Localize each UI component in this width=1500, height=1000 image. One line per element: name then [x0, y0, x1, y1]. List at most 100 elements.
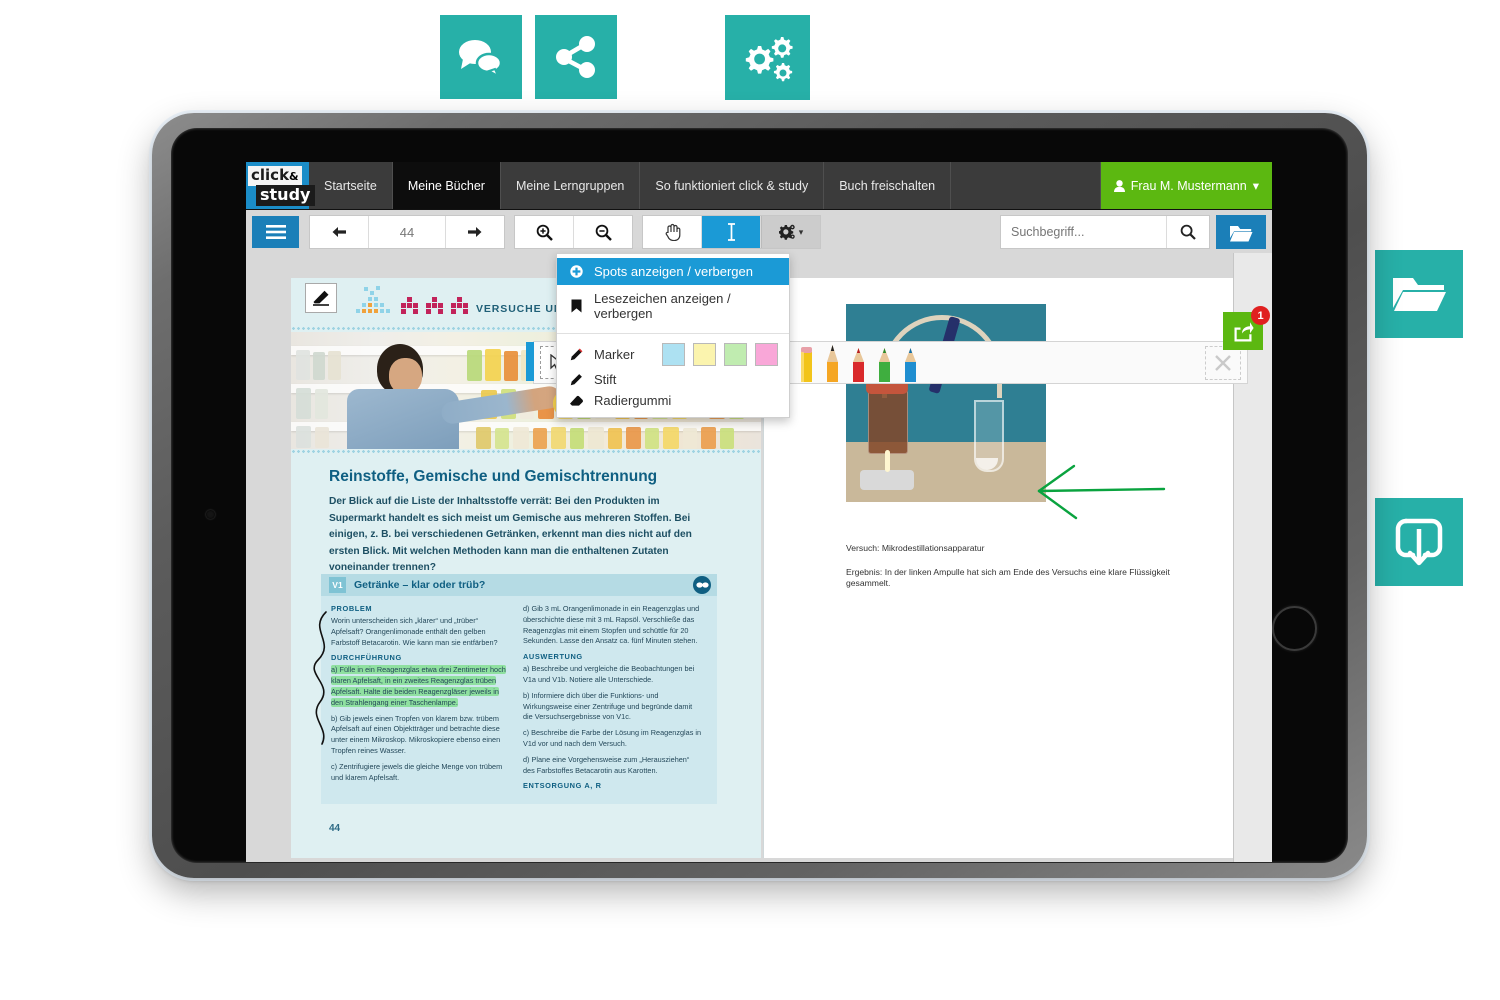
zoom-group [514, 215, 633, 249]
search-icon[interactable] [1166, 216, 1209, 248]
pencil-icon [568, 373, 584, 387]
hand-icon[interactable] [643, 216, 702, 248]
tablet-bezel: click& study Startseite Meine Bücher Mei… [171, 128, 1348, 863]
swatch-pink[interactable] [755, 343, 778, 366]
label-problem: PROBLEM [331, 604, 373, 613]
marker-pen-icon [568, 348, 584, 362]
logo-line1: click [251, 166, 290, 184]
open-folder-icon[interactable] [1216, 215, 1266, 249]
menu-item-stift[interactable]: Stift [557, 369, 789, 390]
menu-item-spots[interactable]: Spots anzeigen / verbergen [557, 258, 789, 285]
spot-plus-icon [568, 265, 584, 278]
tool-mode-group: ▾ [642, 215, 821, 249]
text-cursor-icon[interactable] [702, 216, 761, 248]
page-root: click& study Startseite Meine Bücher Mei… [0, 0, 1500, 1000]
gears-icon[interactable] [725, 15, 810, 100]
share-icon[interactable] [535, 15, 617, 99]
user-name: Frau M. Mustermann [1130, 178, 1247, 193]
menu-item-stift-label: Stift [594, 372, 617, 387]
eval-d: d) Plane eine Vorgehensweise zum „Heraus… [523, 754, 690, 775]
nav-tab-meine-buecher[interactable]: Meine Bücher [392, 162, 501, 209]
prev-page-button[interactable] [310, 216, 369, 248]
safety-goggles-icon [693, 576, 711, 594]
gear-settings-icon [778, 224, 795, 240]
step-a-highlighted: a) Fülle in ein Reagenzglas etwa drei Ze… [331, 665, 506, 707]
marker-swatches [662, 343, 778, 366]
hamburger-icon[interactable] [252, 216, 299, 248]
navbar-spacer [951, 162, 1101, 209]
app-screen: click& study Startseite Meine Bücher Mei… [246, 162, 1272, 862]
search-box [1000, 215, 1210, 249]
app-navbar: click& study Startseite Meine Bücher Mei… [246, 162, 1272, 210]
nav-tab-so-funktioniert[interactable]: So funktioniert click & study [640, 162, 825, 209]
experiment-column-left: PROBLEM Worin unterscheiden sich „klarer… [331, 604, 511, 793]
page-nav-group: 44 [309, 215, 505, 249]
menu-item-radiergummi-label: Radiergummi [594, 393, 672, 408]
eraser-icon [568, 395, 584, 407]
swatch-blue[interactable] [662, 343, 685, 366]
page-number-label: 44 [329, 823, 341, 834]
close-icon[interactable] [1205, 345, 1241, 380]
handwritten-squiggle-annotation [313, 611, 327, 745]
page-number-input[interactable]: 44 [369, 216, 446, 248]
eval-b: b) Informiere dich über die Funktions- u… [523, 690, 693, 722]
edit-pen-icon[interactable] [305, 283, 337, 313]
search-input[interactable] [1001, 216, 1166, 248]
pencil-green[interactable] [876, 344, 895, 382]
chat-icon[interactable] [440, 15, 522, 99]
label-durchfuehrung: DURCHFÜHRUNG [331, 653, 402, 663]
settings-caret-icon: ▾ [798, 226, 804, 237]
nav-tab-buch-freischalten[interactable]: Buch freischalten [824, 162, 952, 209]
distillation-photo [846, 304, 1046, 502]
experiment-box: V1 Getränke – klar oder trüb? PROBLEM Wo… [321, 574, 717, 804]
experiment-tag: V1 [329, 577, 346, 593]
logo-amp: & [289, 170, 299, 183]
share-badge-count: 1 [1251, 306, 1270, 325]
eval-a: a) Beschreibe und vergleiche die Beobach… [523, 664, 695, 684]
step-c: c) Zentrifugiere jewels die gleiche Meng… [331, 761, 503, 782]
swatch-yellow[interactable] [693, 343, 716, 366]
app-logo[interactable]: click& study [246, 162, 316, 209]
user-menu[interactable]: Frau M. Mustermann ▾ [1100, 162, 1272, 209]
pencil-orange[interactable] [824, 344, 843, 382]
nav-tab-meine-lerngruppen[interactable]: Meine Lerngruppen [501, 162, 641, 209]
dot-band-bottom [291, 449, 761, 455]
experiment-title: Getränke – klar oder trüb? [354, 579, 486, 591]
nav-tab-startseite[interactable]: Startseite [309, 162, 393, 209]
menu-divider [557, 333, 789, 334]
photo-caption: Versuch: Mikrodestillationsapparatur Erg… [846, 543, 1186, 590]
folder-icon[interactable] [1375, 250, 1463, 338]
zoom-out-icon[interactable] [574, 216, 632, 248]
user-caret-icon: ▾ [1252, 179, 1259, 193]
green-arrow-annotation [1037, 464, 1166, 520]
user-icon [1113, 179, 1125, 192]
pencil-yellow[interactable] [798, 344, 817, 382]
caption-ergebnis: Ergebnis: In der linken Ampulle hat sich… [846, 566, 1170, 589]
menu-item-bookmarks-label: Lesezeichen anzeigen / verbergen [594, 291, 731, 321]
page-title: Reinstoffe, Gemische und Gemischtrennung [329, 468, 658, 485]
tool-settings-button[interactable]: ▾ [761, 216, 820, 248]
eval-c: c) Beschreibe die Farbe der Lösung im Re… [523, 728, 702, 748]
menu-item-marker[interactable]: Marker [557, 340, 789, 369]
tool-settings-dropdown: Spots anzeigen / verbergen Lesezeichen a… [556, 253, 790, 418]
camera-dot [206, 510, 215, 519]
experiment-column-right: d) Gib 3 mL Orangenlimonade in ein Reage… [523, 604, 703, 793]
viewer-toolbar: 44 ▾ Suchbegriff... Spots anzeigen / ver… [246, 210, 1272, 418]
menu-item-bookmarks[interactable]: Lesezeichen anzeigen / verbergen [557, 285, 789, 327]
menu-item-radiergummi[interactable]: Radiergummi [557, 390, 789, 411]
home-button[interactable] [1272, 606, 1317, 651]
next-page-button[interactable] [446, 216, 504, 248]
pencil-red[interactable] [850, 344, 869, 382]
zoom-in-icon[interactable] [515, 216, 574, 248]
pencil-blue[interactable] [902, 344, 921, 382]
arrow-left-icon [332, 227, 346, 237]
problem-text: Worin unterscheiden sich „klarer“ und „t… [331, 616, 498, 647]
experiment-header: V1 Getränke – klar oder trüb? [321, 574, 717, 596]
step-b: b) Gib jewels einen Tropfen von klarem b… [331, 713, 501, 755]
swatch-green[interactable] [724, 343, 747, 366]
bookmark-icon [568, 299, 584, 313]
step-d: d) Gib 3 mL Orangenlimonade in ein Reage… [523, 604, 700, 646]
download-icon[interactable] [1375, 498, 1463, 586]
experiment-columns: PROBLEM Worin unterscheiden sich „klarer… [321, 596, 717, 793]
menu-item-marker-label: Marker [594, 347, 635, 362]
